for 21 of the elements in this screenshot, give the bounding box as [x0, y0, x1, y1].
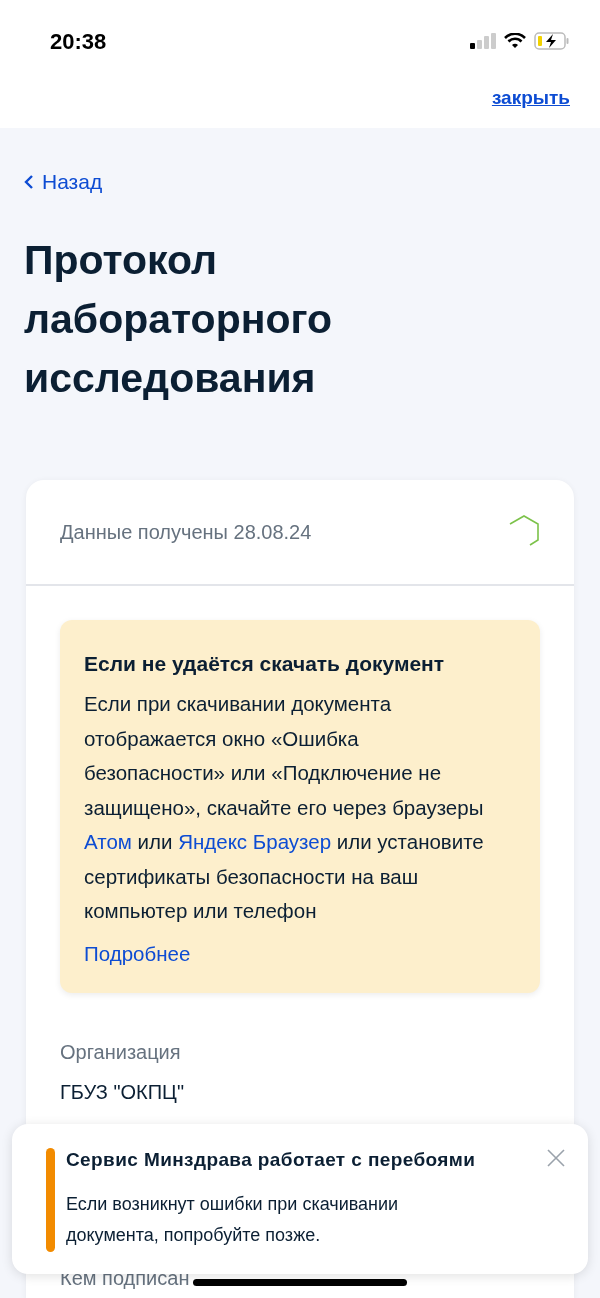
close-icon	[546, 1148, 566, 1168]
battery-icon	[534, 32, 570, 50]
page-title: Протокол лабораторного исследования	[24, 235, 334, 403]
field-label: Организация	[60, 1040, 181, 1065]
toast-text: Если возникнут ошибки при скачивании документа, попробуйте позже.	[66, 1192, 400, 1247]
spinner-icon	[508, 514, 540, 549]
wifi-icon	[504, 33, 526, 49]
field-value: ГБУЗ "ОКПЦ"	[60, 1080, 185, 1105]
warning-text: Если при скачивании документа отображается окно «Ошибка безопасности» или «Подключение не защищено», скачайте его через браузеры Атом или Яндекс Браузер или установите сертификаты безопасности на ваш компьютер или телефон	[84, 691, 485, 924]
more-link[interactable]: Подробнее	[84, 936, 191, 971]
status-time: 20:38	[50, 27, 107, 56]
received-date: Данные получены 28.08.24	[60, 519, 312, 545]
browser-link[interactable]: Яндекс Браузер	[178, 830, 332, 853]
browser-link[interactable]: Атом	[84, 830, 132, 853]
close-button[interactable]	[546, 1148, 566, 1168]
back-link[interactable]: Назад	[24, 166, 103, 198]
toast-title: Сервис Минздрава работает с перебоями	[66, 1148, 477, 1172]
signal-icon	[470, 33, 496, 49]
close-link[interactable]: закрыть	[491, 84, 570, 128]
warning-title: Если не удаётся скачать документ	[84, 650, 446, 677]
chevron-left-icon	[24, 173, 34, 190]
